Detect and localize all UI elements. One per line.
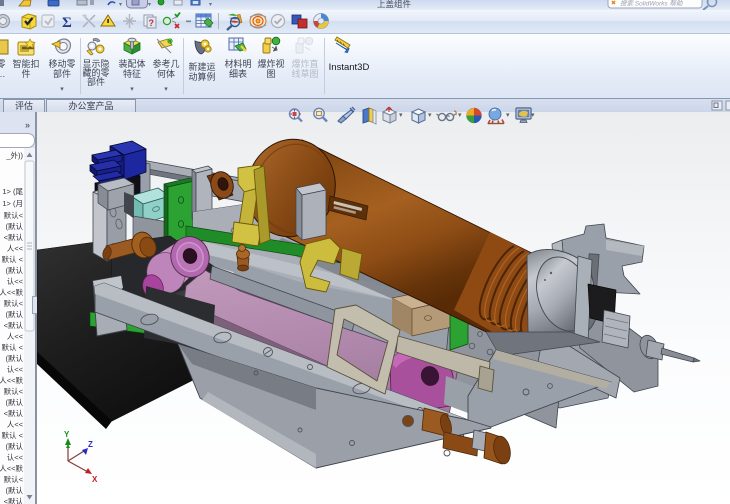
svg-text:X: X bbox=[92, 475, 98, 484]
svg-text:Z: Z bbox=[88, 440, 93, 449]
svg-text:Y: Y bbox=[64, 430, 70, 439]
